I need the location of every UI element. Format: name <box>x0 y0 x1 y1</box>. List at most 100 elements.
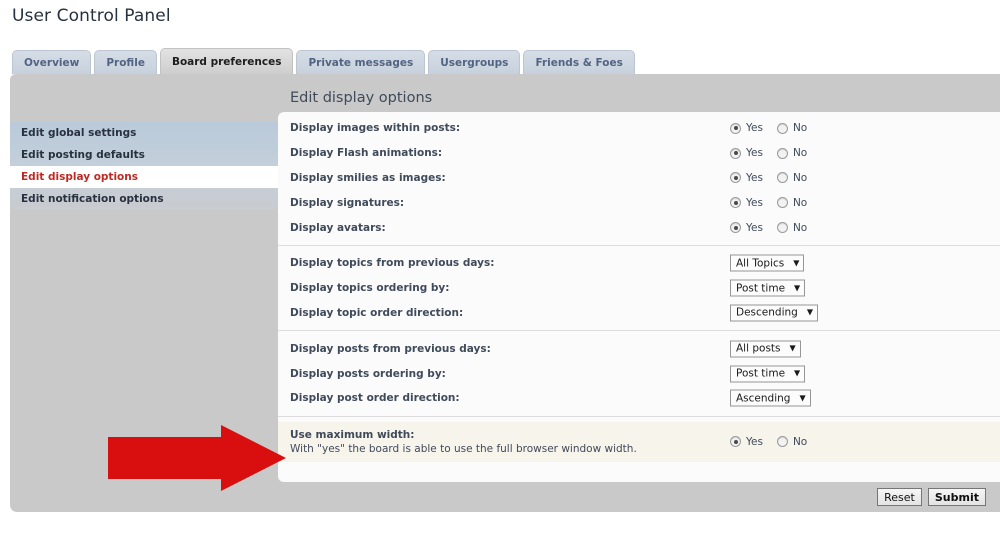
radio-option-no[interactable]: No <box>776 435 808 448</box>
section-divider <box>278 244 1000 246</box>
radio-no-label: No <box>792 196 808 209</box>
tab-board-preferences[interactable]: Board preferences <box>159 48 294 74</box>
tab-profile[interactable]: Profile <box>94 50 157 74</box>
radio-yes-label: Yes <box>746 171 763 184</box>
row-display-posts-previous-days: Display posts from previous days: All po… <box>278 336 1000 361</box>
radio-option-yes[interactable]: Yes <box>730 197 763 209</box>
section-divider <box>278 415 1000 417</box>
tab-overview[interactable]: Overview <box>12 50 92 74</box>
sidebar-item-label: Edit display options <box>21 171 138 183</box>
radio-option-no[interactable]: No <box>776 196 808 209</box>
radio-group-display-flash: Yes No <box>730 147 807 159</box>
content-header-title: Edit display options <box>290 89 433 106</box>
select-topics-previous-days-wrap: All Topics ▼ <box>730 254 805 272</box>
sidebar-item-edit-notification-options[interactable]: Edit notification options <box>10 188 282 210</box>
chevron-down-icon: ▼ <box>806 307 813 317</box>
sidebar-item-edit-global-settings[interactable]: Edit global settings <box>10 122 282 144</box>
row-display-smilies-as-images: Display smilies as images: Yes No <box>278 166 1000 191</box>
chevron-down-icon: ▼ <box>789 343 796 353</box>
page-title: User Control Panel <box>12 6 171 26</box>
sidebar-item-label: Edit global settings <box>21 127 137 139</box>
select-posts-ordering-by[interactable]: Post time ▼ <box>730 365 806 383</box>
select-topic-order-direction-wrap: Descending ▼ <box>730 304 818 322</box>
select-value: All posts <box>736 342 781 355</box>
radio-no-label: No <box>792 435 808 448</box>
row-display-avatars: Display avatars: Yes No <box>278 215 1000 240</box>
radio-yes-icon[interactable] <box>730 147 741 159</box>
field-label: Display posts ordering by: <box>290 367 446 380</box>
radio-no-icon[interactable] <box>776 436 788 448</box>
select-topics-ordering-wrap: Post time ▼ <box>730 279 806 297</box>
radio-option-yes[interactable]: Yes <box>730 172 763 184</box>
content-header: Edit display options <box>278 83 1000 112</box>
radio-yes-icon[interactable] <box>730 222 741 234</box>
row-display-flash-animations: Display Flash animations: Yes No <box>278 141 1000 166</box>
submit-button[interactable]: Submit <box>927 488 986 506</box>
select-value: All Topics <box>736 257 785 270</box>
radio-group-display-smilies: Yes No <box>730 172 807 184</box>
field-label: Display avatars: <box>290 221 386 234</box>
radio-no-icon[interactable] <box>776 172 788 184</box>
form-actions: Reset Submit <box>278 482 1000 512</box>
select-value: Ascending <box>736 392 791 405</box>
screenshot-root: User Control Panel Overview Profile Boar… <box>0 0 1000 558</box>
radio-no-icon[interactable] <box>776 122 788 134</box>
sidebar-item-label: Edit notification options <box>21 193 164 205</box>
chevron-down-icon: ▼ <box>793 258 800 268</box>
chevron-down-icon: ▼ <box>794 283 801 293</box>
chevron-down-icon: ▼ <box>799 393 806 403</box>
radio-yes-icon[interactable] <box>730 172 741 184</box>
select-topics-ordering-by[interactable]: Post time ▼ <box>730 279 806 297</box>
select-post-order-direction[interactable]: Ascending ▼ <box>730 389 811 407</box>
radio-yes-label: Yes <box>746 196 763 209</box>
display-options-form: Display images within posts: Yes No Disp… <box>278 112 1000 482</box>
chevron-down-icon: ▼ <box>794 368 801 378</box>
radio-option-yes[interactable]: Yes <box>730 222 763 234</box>
tab-usergroups[interactable]: Usergroups <box>428 50 521 74</box>
tab-bar: Overview Profile Board preferences Priva… <box>12 48 635 74</box>
tab-label: Friends & Foes <box>535 56 623 69</box>
tab-private-messages[interactable]: Private messages <box>296 50 426 74</box>
field-label: Display images within posts: <box>290 122 461 135</box>
field-label: Display topics from previous days: <box>290 257 495 270</box>
radio-yes-icon[interactable] <box>730 436 741 448</box>
sidebar-nav: Edit global settings Edit posting defaul… <box>10 122 282 210</box>
radio-yes-icon[interactable] <box>730 122 741 134</box>
tab-label: Private messages <box>308 56 414 69</box>
radio-option-yes[interactable]: Yes <box>730 147 763 159</box>
radio-option-yes[interactable]: Yes <box>730 436 763 448</box>
tab-friends-and-foes[interactable]: Friends & Foes <box>523 50 635 74</box>
radio-group-display-signatures: Yes No <box>730 197 807 209</box>
radio-option-no[interactable]: No <box>776 171 808 184</box>
select-value: Post time <box>736 282 786 295</box>
tab-label: Board preferences <box>171 55 282 68</box>
field-label: Display topics ordering by: <box>290 282 450 295</box>
field-label: Display Flash animations: <box>290 147 443 160</box>
tab-label: Usergroups <box>440 56 509 69</box>
select-posts-ordering-wrap: Post time ▼ <box>730 365 806 383</box>
select-topics-previous-days[interactable]: All Topics ▼ <box>730 254 805 272</box>
radio-option-no[interactable]: No <box>776 222 807 234</box>
radio-option-yes[interactable]: Yes <box>730 122 763 134</box>
radio-yes-icon[interactable] <box>730 197 741 209</box>
radio-no-icon[interactable] <box>776 197 788 209</box>
tab-label: Overview <box>24 56 80 69</box>
select-posts-previous-days-wrap: All posts ▼ <box>730 340 801 358</box>
radio-option-no[interactable]: No <box>776 147 807 159</box>
field-label: Display smilies as images: <box>290 171 446 184</box>
radio-no-label: No <box>792 171 808 184</box>
radio-option-no[interactable]: No <box>776 122 807 134</box>
reset-button[interactable]: Reset <box>877 488 922 506</box>
row-display-posts-ordering-by: Display posts ordering by: Post time ▼ <box>278 361 1000 386</box>
radio-no-icon[interactable] <box>776 222 788 234</box>
field-description: With "yes" the board is able to use the … <box>290 442 637 455</box>
sidebar-item-edit-posting-defaults[interactable]: Edit posting defaults <box>10 144 282 166</box>
select-posts-previous-days[interactable]: All posts ▼ <box>730 340 801 358</box>
sidebar-item-edit-display-options[interactable]: Edit display options <box>10 166 282 188</box>
radio-yes-label: Yes <box>746 221 763 234</box>
field-label: Display posts from previous days: <box>290 342 491 355</box>
field-label: Display post order direction: <box>290 392 460 405</box>
radio-no-icon[interactable] <box>776 147 788 159</box>
tab-label: Profile <box>106 56 145 69</box>
select-topic-order-direction[interactable]: Descending ▼ <box>730 304 818 322</box>
